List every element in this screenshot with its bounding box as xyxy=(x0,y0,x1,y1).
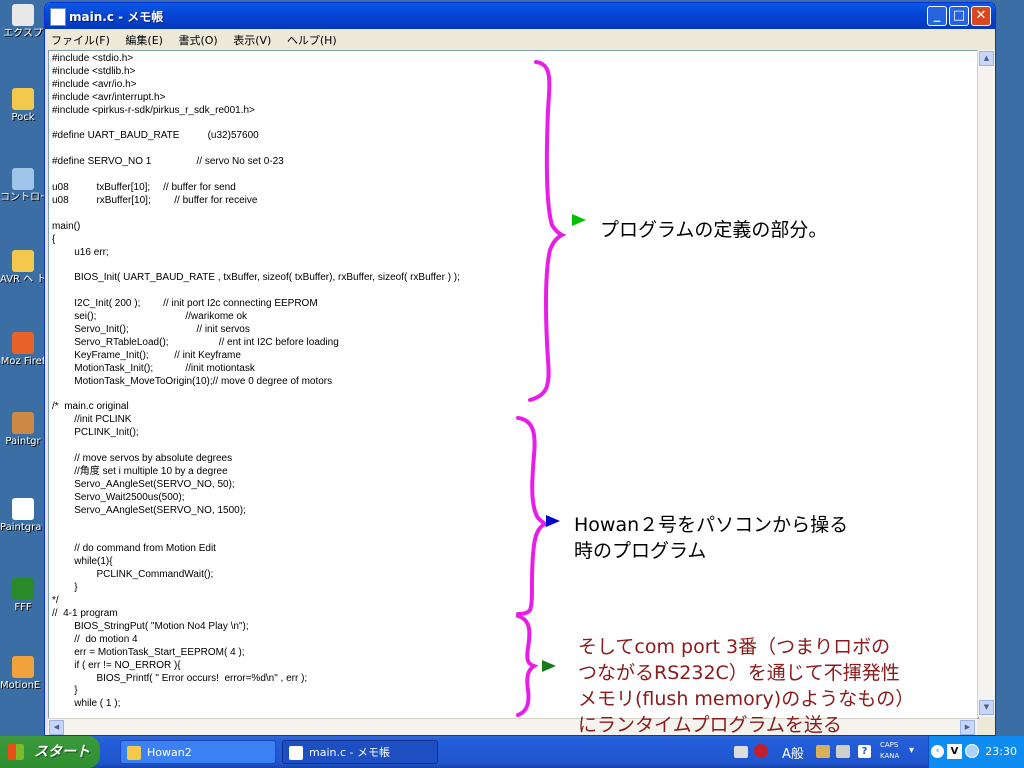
folder-icon xyxy=(127,746,141,760)
caps-indicator: CAPS xyxy=(880,741,899,749)
annotation-definition: プログラムの定義の部分。 xyxy=(600,219,828,241)
desktop-icon-label: Pock xyxy=(11,112,35,123)
desktop-icon[interactable]: Paintgra マニュ xyxy=(0,498,46,533)
notepad-icon xyxy=(50,8,66,26)
ime-mode[interactable]: A般 xyxy=(782,743,804,762)
annotation-runtime-line: そしてcom port 3番（つまりロボの xyxy=(578,636,891,658)
desktop-icon[interactable]: MotionE へのショ xyxy=(0,656,46,691)
ime-dictionary-icon[interactable] xyxy=(816,745,830,758)
scroll-left-icon[interactable]: ◀ xyxy=(49,720,64,735)
paint-icon xyxy=(12,412,34,434)
menu-file[interactable]: ファイル(F) xyxy=(45,29,116,51)
desktop-icon-label: Moz Firef xyxy=(0,356,46,367)
menu-help[interactable]: ヘルプ(H) xyxy=(281,29,343,51)
minimize-button[interactable]: _ xyxy=(927,6,947,26)
pocket-folder-icon xyxy=(12,88,34,110)
desktop-icon[interactable]: FFF xyxy=(0,578,46,613)
vertical-scrollbar[interactable]: ▲ ▼ xyxy=(977,50,995,717)
desktop-icon-label: Paintgr xyxy=(5,436,41,447)
desktop-icon-label: コントロー ネ xyxy=(0,192,46,203)
annotation-runtime-line: にランタイムプログラムを送る xyxy=(578,714,842,736)
manual-icon xyxy=(12,498,34,520)
taskbar-button-label: main.c - メモ帳 xyxy=(309,746,390,759)
fff-icon xyxy=(12,578,34,600)
desktop-icon[interactable]: Moz Firef xyxy=(0,332,46,367)
ime-tool-icon[interactable] xyxy=(836,745,850,758)
desktop-icon[interactable]: Paintgr xyxy=(0,412,46,447)
ime-options-icon[interactable]: ▾ xyxy=(909,745,914,756)
system-tray: ‹ V 23:30 xyxy=(928,736,1024,768)
source-code[interactable]: #include <stdio.h> #include <stdlib.h> #… xyxy=(52,53,460,711)
annotation-howan: Howan２号をパソコンから操る 時のプログラム xyxy=(574,512,848,564)
start-label: スタート xyxy=(34,744,90,760)
annotation-runtime-line: つながるRS232C）を通じて不揮発性 xyxy=(578,662,900,684)
firefox-icon xyxy=(12,332,34,354)
desktop-icon[interactable]: コントロー ネ xyxy=(0,168,46,203)
desktop-icon-label: AVR ヘ トカ xyxy=(0,274,46,285)
taskbar-button-howan2[interactable]: Howan2 xyxy=(120,740,276,764)
taskbar-button-notepad[interactable]: main.c - メモ帳 xyxy=(282,740,438,764)
desktop: { "desktop": { "icons": [ {"label": "エクス… xyxy=(0,0,1024,768)
taskbar-button-label: Howan2 xyxy=(147,746,192,759)
annotation-howan-line: 時のプログラム xyxy=(574,540,707,562)
menu-format[interactable]: 書式(O) xyxy=(172,29,223,51)
network-icon[interactable] xyxy=(965,744,979,758)
help-icon[interactable]: ? xyxy=(858,745,871,758)
desktop-icon-label: エクスプ xyxy=(3,28,43,39)
annotation-runtime: そしてcom port 3番（つまりロボの つながるRS232C）を通じて不揮発… xyxy=(578,634,914,738)
window-title: main.c - メモ帳 xyxy=(69,10,164,24)
control-panel-icon xyxy=(12,168,34,190)
annotation-howan-line: Howan２号をパソコンから操る xyxy=(574,514,849,536)
windows-logo-icon xyxy=(8,744,24,760)
scroll-down-icon[interactable]: ▼ xyxy=(979,700,994,715)
explorer-icon xyxy=(12,4,34,26)
taskbar: スタート Howan2 main.c - メモ帳 A般 ? CAPS KANA … xyxy=(0,736,1024,768)
annotation-runtime-line: メモリ(flush memory)のようなもの） xyxy=(578,688,915,710)
scroll-right-icon[interactable]: ▶ xyxy=(960,720,975,735)
scroll-up-icon[interactable]: ▲ xyxy=(979,51,994,66)
desktop-icon-label: MotionE へのショ xyxy=(0,680,46,691)
clock[interactable]: 23:30 xyxy=(985,745,1017,758)
notepad-icon xyxy=(289,746,303,760)
desktop-icon-label: Paintgra マニュ xyxy=(0,522,46,533)
menu-view[interactable]: 表示(V) xyxy=(227,29,277,51)
notepad-window: main.c - メモ帳 _ □ ✕ ファイル(F) 編集(E) 書式(O) 表… xyxy=(44,2,996,736)
start-button[interactable]: スタート xyxy=(0,736,100,768)
tray-app-icon[interactable]: V xyxy=(947,744,962,759)
keyboard-icon[interactable] xyxy=(734,746,748,758)
desktop-icon[interactable]: Pock xyxy=(0,88,46,123)
close-button[interactable]: ✕ xyxy=(971,6,991,26)
ime-icon[interactable] xyxy=(754,744,768,758)
kana-indicator: KANA xyxy=(880,752,900,760)
title-bar[interactable]: main.c - メモ帳 _ □ ✕ xyxy=(45,3,995,29)
desktop-icon[interactable]: エクスプ xyxy=(0,4,46,39)
motion-editor-icon xyxy=(12,656,34,678)
desktop-icon-label: FFF xyxy=(14,602,32,613)
desktop-icon[interactable]: AVR ヘ トカ xyxy=(0,250,46,285)
menu-edit[interactable]: 編集(E) xyxy=(119,29,169,51)
show-hidden-icons-icon[interactable]: ‹ xyxy=(931,745,944,758)
maximize-button[interactable]: □ xyxy=(949,6,969,26)
text-editor[interactable]: #include <stdio.h> #include <stdlib.h> #… xyxy=(48,50,979,719)
avr-folder-icon xyxy=(12,250,34,272)
menu-bar: ファイル(F) 編集(E) 書式(O) 表示(V) ヘルプ(H) xyxy=(45,29,995,49)
